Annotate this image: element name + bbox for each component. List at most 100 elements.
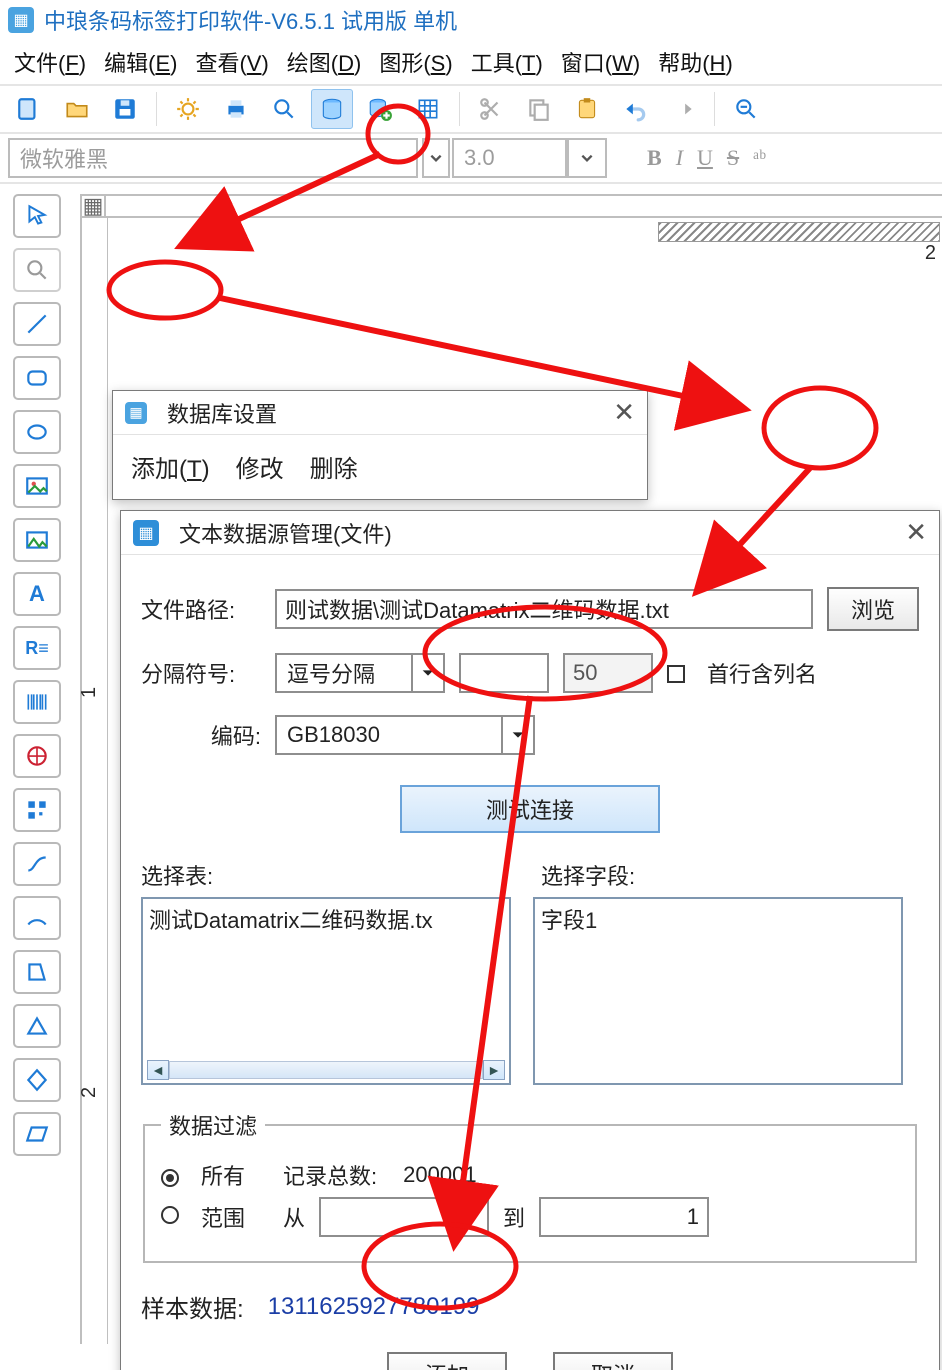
dialog-icon: ▦: [125, 402, 147, 424]
tb-database-icon[interactable]: [311, 89, 353, 129]
font-family-dropdown-icon[interactable]: [422, 138, 450, 178]
menu-tool[interactable]: 工具(T): [471, 46, 543, 78]
tool-roundrect-icon[interactable]: [13, 356, 61, 400]
ruler-num-1: 1: [78, 687, 101, 698]
tb-gear-icon[interactable]: [167, 89, 209, 129]
tool-picture-icon[interactable]: [13, 518, 61, 562]
dialog-icon: ▦: [133, 520, 159, 546]
tool-datamatrix-icon[interactable]: [13, 788, 61, 832]
field-listbox[interactable]: 字段1: [533, 897, 903, 1085]
encoding-select[interactable]: GB18030: [275, 715, 535, 755]
table-scrollbar[interactable]: ◄ ►: [147, 1059, 505, 1081]
tool-qrcode-icon[interactable]: [13, 734, 61, 778]
data-filter-group: 数据过滤 所有 记录总数: 200001 范围 从 到 1: [143, 1109, 917, 1263]
underline-button[interactable]: U: [697, 145, 713, 171]
column-limit-value: 50: [573, 660, 597, 686]
close-icon[interactable]: ✕: [905, 517, 927, 548]
tb-new-icon[interactable]: [8, 89, 50, 129]
bold-button[interactable]: B: [647, 145, 662, 171]
file-path-input[interactable]: 则试数据\测试Datamatrix二维码数据.txt: [275, 589, 813, 629]
tool-richtext-icon[interactable]: R≡: [13, 626, 61, 670]
ruler-left: 1 2: [80, 218, 108, 1344]
range-to-input[interactable]: 1: [539, 1197, 709, 1237]
range-from-input[interactable]: [319, 1197, 489, 1237]
italic-button[interactable]: I: [676, 145, 683, 171]
delimiter-custom-input[interactable]: [459, 653, 549, 693]
tb-undo-icon[interactable]: [614, 89, 656, 129]
table-listbox[interactable]: 测试Datamatrix二维码数据.tx ◄ ►: [141, 897, 511, 1085]
tool-ellipse-icon[interactable]: [13, 410, 61, 454]
strike-button[interactable]: S: [727, 145, 739, 171]
first-row-header-label: 首行含列名: [707, 657, 817, 689]
range-to-label: 到: [503, 1201, 525, 1233]
menu-edit[interactable]: 编辑(E): [104, 46, 177, 78]
scroll-right-icon[interactable]: ►: [483, 1060, 505, 1080]
menu-draw[interactable]: 绘图(D): [287, 46, 362, 78]
tool-polygon-icon[interactable]: [13, 950, 61, 994]
database-modify-menu[interactable]: 修改: [236, 449, 284, 484]
browse-button[interactable]: 浏览: [827, 587, 919, 631]
scroll-track[interactable]: [169, 1061, 483, 1079]
tb-print-icon[interactable]: [215, 89, 257, 129]
tool-barcode-icon[interactable]: [13, 680, 61, 724]
menu-help[interactable]: 帮助(H): [658, 46, 733, 78]
file-path-value: 则试数据\测试Datamatrix二维码数据.txt: [285, 593, 669, 625]
tool-triangle-icon[interactable]: [13, 1004, 61, 1048]
menu-shape[interactable]: 图形(S): [379, 46, 452, 78]
tb-grid-icon[interactable]: [407, 89, 449, 129]
table-list-item[interactable]: 测试Datamatrix二维码数据.tx: [149, 903, 503, 935]
menu-window[interactable]: 窗口(W): [561, 46, 640, 78]
database-add-menu[interactable]: 添加(T): [131, 449, 210, 484]
first-row-header-checkbox[interactable]: [667, 660, 693, 686]
datasource-dialog-title: 文本数据源管理(文件): [179, 517, 392, 549]
select-field-label: 选择字段:: [541, 859, 901, 891]
data-filter-legend: 数据过滤: [161, 1109, 265, 1141]
scroll-left-icon[interactable]: ◄: [147, 1060, 169, 1080]
tool-diamond-icon[interactable]: [13, 1058, 61, 1102]
cancel-button[interactable]: 取消: [553, 1352, 673, 1370]
tb-open-icon[interactable]: [56, 89, 98, 129]
hatched-area: [658, 222, 940, 242]
font-size-value: 3.0: [464, 145, 495, 171]
tool-line-icon[interactable]: [13, 302, 61, 346]
font-size-combo[interactable]: 3.0: [452, 138, 567, 178]
delimiter-select[interactable]: 逗号分隔: [275, 653, 445, 693]
column-limit-input[interactable]: 50: [563, 653, 653, 693]
tb-preview-icon[interactable]: [263, 89, 305, 129]
font-toolbar: 微软雅黑 3.0 B I U S ᵃᵇ: [0, 134, 942, 184]
tb-database-add-icon[interactable]: [359, 89, 401, 129]
radio-all[interactable]: [161, 1162, 187, 1188]
tool-pointer-icon[interactable]: [13, 194, 61, 238]
tool-curve-icon[interactable]: [13, 842, 61, 886]
window-title: 中琅条码标签打印软件-V6.5.1 试用版 单机: [44, 4, 457, 36]
menu-view[interactable]: 查看(V): [195, 46, 268, 78]
tool-parallelogram-icon[interactable]: [13, 1112, 61, 1156]
menu-file[interactable]: 文件(F): [14, 46, 86, 78]
main-toolbar: [0, 84, 942, 134]
vertical-text-button[interactable]: ᵃᵇ: [753, 145, 766, 171]
radio-range[interactable]: [161, 1204, 187, 1230]
tool-text-icon[interactable]: A: [13, 572, 61, 616]
tool-arc-icon[interactable]: [13, 896, 61, 940]
chevron-down-icon: [411, 655, 443, 691]
test-connection-button[interactable]: 测试连接: [400, 785, 660, 833]
encoding-label: 编码:: [141, 719, 261, 751]
tb-zoom-icon[interactable]: [725, 89, 767, 129]
tb-sep: [714, 92, 715, 126]
tb-cut-icon[interactable]: [470, 89, 512, 129]
tb-copy-icon[interactable]: [518, 89, 560, 129]
sample-data-label: 样本数据:: [141, 1289, 244, 1324]
field-list-item[interactable]: 字段1: [541, 903, 895, 935]
tb-save-icon[interactable]: [104, 89, 146, 129]
delimiter-value: 逗号分隔: [287, 657, 375, 689]
font-family-combo[interactable]: 微软雅黑: [8, 138, 418, 178]
tb-redo-icon[interactable]: [662, 89, 704, 129]
database-delete-menu[interactable]: 删除: [310, 449, 358, 484]
tool-zoom-icon[interactable]: [13, 248, 61, 292]
add-button[interactable]: 添加: [387, 1352, 507, 1370]
font-family-placeholder: 微软雅黑: [20, 142, 108, 174]
tb-paste-icon[interactable]: [566, 89, 608, 129]
font-size-dropdown-icon[interactable]: [567, 138, 607, 178]
close-icon[interactable]: ✕: [613, 397, 635, 428]
tool-image-icon[interactable]: [13, 464, 61, 508]
